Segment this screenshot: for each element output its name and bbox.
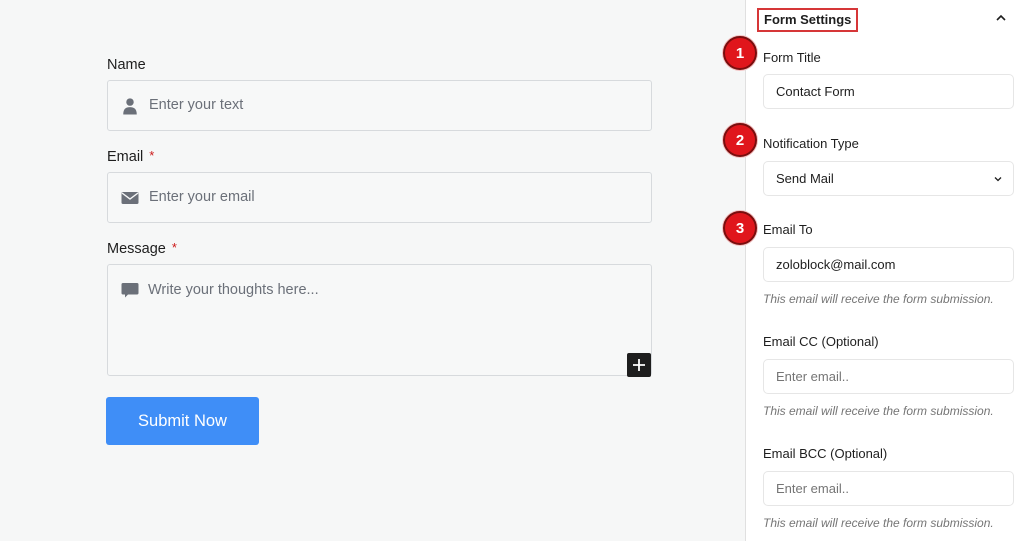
email-bcc-help: This email will receive the form submiss… (763, 516, 994, 530)
notification-type-label: Notification Type (763, 136, 859, 151)
message-placeholder: Write your thoughts here... (148, 282, 319, 298)
name-placeholder: Enter your text (149, 97, 244, 113)
email-bcc-label: Email BCC (Optional) (763, 446, 888, 461)
comment-icon (121, 283, 139, 298)
form-title-label: Form Title (763, 50, 821, 65)
name-label: Name (107, 57, 146, 73)
form-title-input[interactable]: Contact Form (763, 74, 1014, 109)
email-to-help: This email will receive the form submiss… (763, 292, 994, 306)
message-label: Message * (107, 240, 177, 257)
editor-canvas: Name Enter your text Email * Enter your e… (0, 0, 745, 541)
email-label-text: Email (107, 149, 144, 165)
panel-title[interactable]: Form Settings (757, 8, 859, 32)
plus-icon (633, 359, 645, 371)
submit-button[interactable]: Submit Now (106, 397, 259, 445)
required-marker: * (171, 240, 177, 255)
email-to-value: zoloblock@mail.com (776, 257, 896, 272)
required-marker: * (149, 148, 155, 163)
annotation-badge-3: 3 (723, 211, 757, 245)
chevron-down-icon (994, 177, 1002, 182)
envelope-icon (121, 192, 139, 204)
email-placeholder: Enter your email (149, 189, 255, 205)
notification-type-select[interactable]: Send Mail (763, 161, 1014, 196)
annotation-badge-2: 2 (723, 123, 757, 157)
message-label-text: Message (107, 241, 166, 257)
email-cc-help: This email will receive the form submiss… (763, 404, 994, 418)
form-title-value: Contact Form (776, 84, 855, 99)
email-input[interactable]: Enter your email (107, 172, 652, 223)
user-icon (123, 98, 137, 115)
annotation-badge-1: 1 (723, 36, 757, 70)
email-to-input[interactable]: zoloblock@mail.com (763, 247, 1014, 282)
message-textarea[interactable]: Write your thoughts here... (107, 264, 652, 376)
notification-type-value: Send Mail (776, 171, 834, 186)
email-cc-input[interactable]: Enter email.. (763, 359, 1014, 394)
settings-panel: Form Settings Form Title Contact Form No… (745, 0, 1024, 541)
email-bcc-placeholder: Enter email.. (776, 481, 849, 496)
email-to-label: Email To (763, 222, 813, 237)
add-block-button[interactable] (627, 353, 651, 377)
email-cc-placeholder: Enter email.. (776, 369, 849, 384)
name-input[interactable]: Enter your text (107, 80, 652, 131)
chevron-up-icon[interactable] (994, 11, 1008, 25)
email-label: Email * (107, 148, 155, 165)
email-bcc-input[interactable]: Enter email.. (763, 471, 1014, 506)
name-label-text: Name (107, 57, 146, 73)
email-cc-label: Email CC (Optional) (763, 334, 879, 349)
